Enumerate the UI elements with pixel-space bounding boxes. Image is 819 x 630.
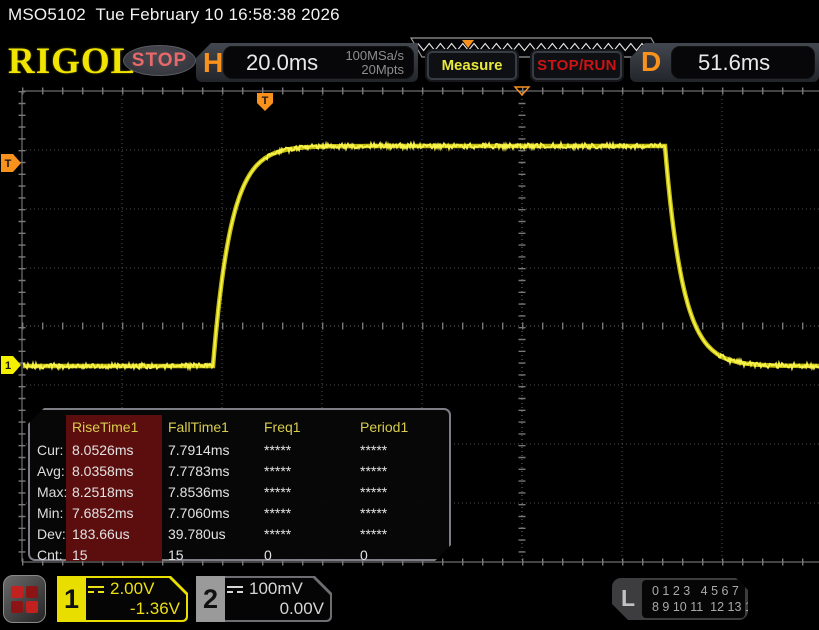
timebase-panel: 20.0ms 100MSa/s 20Mpts (223, 46, 414, 79)
measurement-column-header: RiseTime1 (66, 415, 162, 439)
channel2-info: 100mV 0.00V (227, 578, 324, 620)
horizontal-label: H (203, 47, 223, 79)
measure-button[interactable]: Measure (427, 51, 517, 80)
measurement-column-header: FallTime1 (162, 415, 258, 439)
delay-value: 51.6ms (672, 50, 770, 76)
measurement-cell: ***** (258, 523, 354, 544)
measurement-cell: ***** (258, 460, 354, 481)
measurement-cell: 7.6852ms (66, 502, 162, 523)
logic-row-8-15: 8 9 10 11 12 13 14 15 (652, 599, 745, 615)
measurement-cell: 8.0358ms (66, 460, 162, 481)
measurement-cell: ***** (258, 439, 354, 460)
measurement-corner (30, 415, 66, 439)
datetime: Tue February 10 16:58:38 2026 (86, 5, 340, 24)
measurement-cell: 15 (66, 544, 162, 565)
svg-text:1: 1 (5, 360, 11, 372)
acquisition-info: 100MSa/s 20Mpts (345, 49, 413, 77)
delay-label: D (641, 46, 661, 78)
measurement-cell: ***** (354, 439, 449, 460)
stop-run-button[interactable]: STOP/RUN (532, 51, 622, 80)
channel2-number: 2 (196, 576, 225, 622)
logic-label: L (621, 585, 635, 612)
oscilloscope-screen: MSO5102 Tue February 10 16:58:38 2026 T T… (0, 0, 819, 630)
measurement-table: RiseTime1FallTime1Freq1Period1 Cur:8.0526… (28, 408, 451, 561)
dc-coupling-icon (88, 586, 104, 593)
svg-text:T: T (262, 95, 269, 107)
logic-row-0-7: 0 1 2 3 4 5 6 7 (652, 583, 745, 599)
svg-text:T: T (5, 158, 12, 170)
measurement-column-header: Period1 (354, 415, 449, 439)
channel2-badge[interactable]: 2 100mV 0.00V (196, 576, 332, 622)
measurement-cell: 8.0526ms (66, 439, 162, 460)
timebase-value: 20.0ms (224, 50, 318, 76)
measurement-row-label: Cnt: (30, 544, 66, 565)
status-bar: MSO5102 Tue February 10 16:58:38 2026 (8, 5, 340, 27)
measurement-row-label: Dev: (30, 523, 66, 544)
channel1-info: 2.00V -1.36V (88, 578, 180, 620)
measurement-row-label: Avg: (30, 460, 66, 481)
channel2-scale: 100mV (249, 579, 303, 599)
measurement-cell: ***** (258, 502, 354, 523)
menu-square-icon (11, 601, 23, 613)
sample-rate: 100MSa/s (345, 48, 404, 63)
menu-square-icon (26, 601, 38, 613)
measurement-cell: ***** (354, 502, 449, 523)
measurement-cell: 15 (162, 544, 258, 565)
measurement-column-header: Freq1 (258, 415, 354, 439)
measurement-cell: 7.7914ms (162, 439, 258, 460)
delay-block[interactable]: D 51.6ms (630, 43, 819, 82)
run-state-badge: STOP (123, 45, 196, 76)
channel1-number: 1 (57, 576, 86, 622)
delay-panel: 51.6ms (671, 46, 815, 79)
channel2-offset: 0.00V (227, 599, 324, 619)
model-name: MSO5102 (8, 5, 86, 24)
rigol-logo: RIGOL (8, 40, 136, 83)
measurement-cell: ***** (258, 481, 354, 502)
measurement-cell: 39.780us (162, 523, 258, 544)
measurement-cell: ***** (354, 523, 449, 544)
channel1-badge[interactable]: 1 2.00V -1.36V (57, 576, 188, 622)
channel1-scale: 2.00V (110, 579, 154, 599)
measurement-cell: 7.7783ms (162, 460, 258, 481)
dc-coupling-icon (227, 586, 243, 593)
measurement-cell: 8.2518ms (66, 481, 162, 502)
menu-button[interactable] (3, 575, 46, 623)
measurement-cell: 183.66us (66, 523, 162, 544)
channel1-offset: -1.36V (88, 599, 180, 619)
menu-square-icon (11, 586, 23, 598)
measurement-cell: 0 (258, 544, 354, 565)
memory-depth: 20Mpts (361, 62, 404, 77)
horizontal-timebase-block[interactable]: H 20.0ms 100MSa/s 20Mpts (196, 43, 418, 82)
measurement-cell: ***** (354, 481, 449, 502)
measurement-row-label: Min: (30, 502, 66, 523)
measurement-row-label: Max: (30, 481, 66, 502)
menu-grid-icon (11, 586, 38, 613)
menu-square-icon (26, 586, 38, 598)
measurement-cell: 0 (354, 544, 449, 565)
measurement-row-label: Cur: (30, 439, 66, 460)
measurement-cell: 7.7060ms (162, 502, 258, 523)
logic-channels-badge[interactable]: L 0 1 2 3 4 5 6 7 8 9 10 11 12 13 14 15 (612, 578, 748, 620)
measurement-cell: 7.8536ms (162, 481, 258, 502)
logic-panel: 0 1 2 3 4 5 6 7 8 9 10 11 12 13 14 15 (642, 580, 745, 618)
measurement-cell: ***** (354, 460, 449, 481)
